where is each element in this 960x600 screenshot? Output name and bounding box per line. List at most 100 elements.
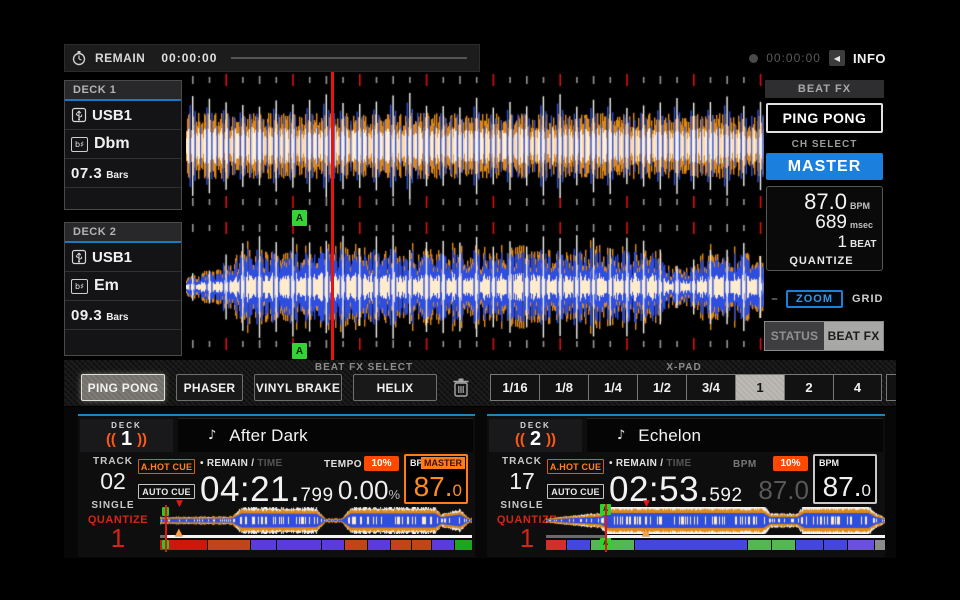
zoom-out-button[interactable]: – bbox=[771, 291, 778, 307]
time-mode-remain: • REMAIN / bbox=[200, 458, 254, 469]
tab-beat-fx[interactable]: BEAT FX bbox=[824, 322, 883, 350]
deck1-track-number: 02 bbox=[100, 468, 126, 495]
x-pad-cell-1[interactable]: 1 bbox=[735, 374, 784, 401]
phrase-segment bbox=[848, 540, 874, 550]
x-pad-cell-1-2[interactable]: 1/2 bbox=[637, 374, 686, 401]
x-pad-cell-4[interactable]: 4 bbox=[833, 374, 882, 401]
grid-toggle-button[interactable]: GRID bbox=[852, 293, 884, 305]
info-label[interactable]: INFO bbox=[853, 51, 886, 66]
phrase-segment bbox=[748, 540, 771, 550]
fx-quantize-label: QUANTIZE bbox=[767, 255, 876, 267]
deck1-accent-line bbox=[78, 414, 475, 416]
player-deck1: DECK (( 1 )) ♪ After Dark TRACK 02 SINGL… bbox=[78, 414, 475, 557]
time-mode-time: TIME bbox=[666, 458, 691, 469]
deck2-key-row: b♯ Em bbox=[65, 272, 181, 301]
x-pad-cell-2[interactable]: 2 bbox=[784, 374, 833, 401]
remain-label: REMAIN bbox=[95, 51, 145, 65]
deck1-track-title: After Dark bbox=[229, 426, 308, 446]
deck2-accent-line bbox=[487, 414, 885, 416]
deck2-track-col: TRACK 17 SINGLE bbox=[495, 456, 549, 511]
phrase-segment bbox=[391, 540, 410, 550]
deck1-number: 1 bbox=[121, 428, 132, 451]
deck2-source: USB1 bbox=[92, 249, 132, 266]
phrase-segment bbox=[322, 540, 344, 550]
deck1-bpm-box: BPM MASTER 87.0 bbox=[404, 454, 468, 504]
deck2-track-number: 17 bbox=[509, 468, 535, 495]
phrase-segment bbox=[455, 540, 472, 550]
time-mode-time: TIME bbox=[257, 458, 282, 469]
beat-fx-header: BEAT FX bbox=[765, 80, 884, 98]
main-waveform-canvas[interactable] bbox=[186, 72, 764, 364]
phrase-segment bbox=[368, 540, 390, 550]
deck1-source-row: USB1 bbox=[65, 101, 181, 130]
deck2-track-title: Echelon bbox=[638, 426, 701, 446]
track-label: TRACK bbox=[93, 456, 133, 467]
remain-value: 00:00:00 bbox=[161, 51, 217, 65]
x-pad-cell-1-4[interactable]: 1/4 bbox=[588, 374, 637, 401]
x-pad-cell-1-8[interactable]: 1/8 bbox=[539, 374, 588, 401]
deck2-bars-value: 09.3 bbox=[71, 307, 102, 324]
fx-bpm-value: 87.0 bbox=[804, 190, 847, 213]
fx-beat-value: 1 bbox=[838, 233, 847, 251]
fx-select-button-phaser[interactable]: PHASER bbox=[176, 374, 243, 401]
beat-fx-info-box: 87.0BPM 689msec 1BEAT QUANTIZE bbox=[766, 186, 883, 271]
zoom-toggle-button[interactable]: ZOOM bbox=[786, 290, 843, 308]
status-dot-icon bbox=[749, 54, 758, 63]
onair-left-icon: (( bbox=[515, 431, 525, 448]
deck2-bpm-dim-value: 87.0 bbox=[758, 475, 809, 505]
phrase-segment bbox=[591, 540, 634, 550]
phrase-segment bbox=[875, 540, 885, 550]
deck1-bars-row: 07.3 Bars bbox=[65, 159, 181, 188]
player-deck2: DECK (( 2 )) ♪ Echelon TRACK 17 SINGLE A… bbox=[487, 414, 885, 557]
x-pad-cell-3-4[interactable]: 3/4 bbox=[686, 374, 735, 401]
key-icon: b♯ bbox=[71, 279, 88, 294]
phrase-segment bbox=[567, 540, 590, 550]
music-note-icon: ♪ bbox=[208, 428, 216, 443]
trash-icon[interactable] bbox=[452, 377, 470, 398]
channel-select-button[interactable]: MASTER bbox=[766, 153, 883, 180]
fx-select-button-ping-pong[interactable]: PING PONG bbox=[81, 374, 165, 401]
phrase-segment bbox=[546, 540, 566, 550]
deck2-key: Em bbox=[94, 277, 119, 295]
deck2-bpm-frac: 0 bbox=[862, 481, 871, 500]
phrase-segment bbox=[251, 540, 276, 550]
remain-bar: REMAIN 00:00:00 bbox=[64, 44, 480, 72]
deck2-panel-title: DECK 2 bbox=[65, 223, 181, 243]
fx-select-button-helix[interactable]: HELIX bbox=[353, 374, 437, 401]
deck1-source: USB1 bbox=[92, 107, 132, 124]
cdj-screen: REMAIN 00:00:00 00:00:00 ◀ INFO DECK 1 U… bbox=[0, 0, 960, 600]
deck1-cue-marker: A bbox=[292, 210, 307, 226]
deck1-panel-title: DECK 1 bbox=[65, 81, 181, 101]
info-collapse-button[interactable]: ◀ bbox=[829, 50, 845, 66]
deck1-hot-cue-indicator: A.HOT CUE bbox=[138, 459, 195, 474]
deck2-overview-waveform[interactable] bbox=[546, 507, 885, 534]
beat-fx-name-display[interactable]: PING PONG bbox=[766, 103, 883, 133]
deck2-marker-up-icon: ▲ bbox=[642, 528, 650, 538]
deck1-bpm-value: 87. bbox=[414, 471, 453, 502]
tab-status[interactable]: STATUS bbox=[765, 322, 824, 350]
onair-right-icon: )) bbox=[137, 431, 147, 448]
phrase-segment bbox=[277, 540, 321, 550]
deck1-tempo-unit: % bbox=[388, 487, 400, 502]
deck2-auto-cue-indicator: AUTO CUE bbox=[547, 484, 604, 499]
clock-time: 00:00:00 bbox=[766, 51, 821, 65]
deck1-marker-up-icon: ▲ bbox=[175, 528, 183, 538]
phrase-segment bbox=[412, 540, 431, 550]
fx-select-buttons: PING PONG PHASER VINYL BRAKE HELIX bbox=[81, 374, 437, 401]
deck1-play-mode: SINGLE bbox=[91, 500, 134, 511]
key-icon: b♯ bbox=[71, 137, 88, 152]
x-pad-cell-1-16[interactable]: 1/16 bbox=[490, 374, 539, 401]
track-label: TRACK bbox=[502, 456, 542, 467]
fx-select-button-vinyl-brake[interactable]: VINYL BRAKE bbox=[254, 374, 342, 401]
fx-msec-value: 689 bbox=[815, 213, 847, 233]
deck2-bars-unit: Bars bbox=[106, 312, 128, 323]
bpm-label: BPM bbox=[819, 458, 839, 468]
phrase-segment bbox=[796, 540, 822, 550]
deck1-title-bar: ♪ After Dark bbox=[178, 418, 473, 452]
deck2-bpm-dim-label: BPM bbox=[733, 459, 757, 470]
phrase-segment bbox=[432, 540, 454, 550]
deck2-info-panel: DECK 2 USB1 b♯ Em 09.3 Bars bbox=[64, 222, 182, 356]
deck1-key: Dbm bbox=[94, 135, 130, 153]
deck1-overview-waveform[interactable] bbox=[160, 507, 472, 534]
deck1-info-panel: DECK 1 USB1 b♯ Dbm 07.3 Bars bbox=[64, 80, 182, 210]
